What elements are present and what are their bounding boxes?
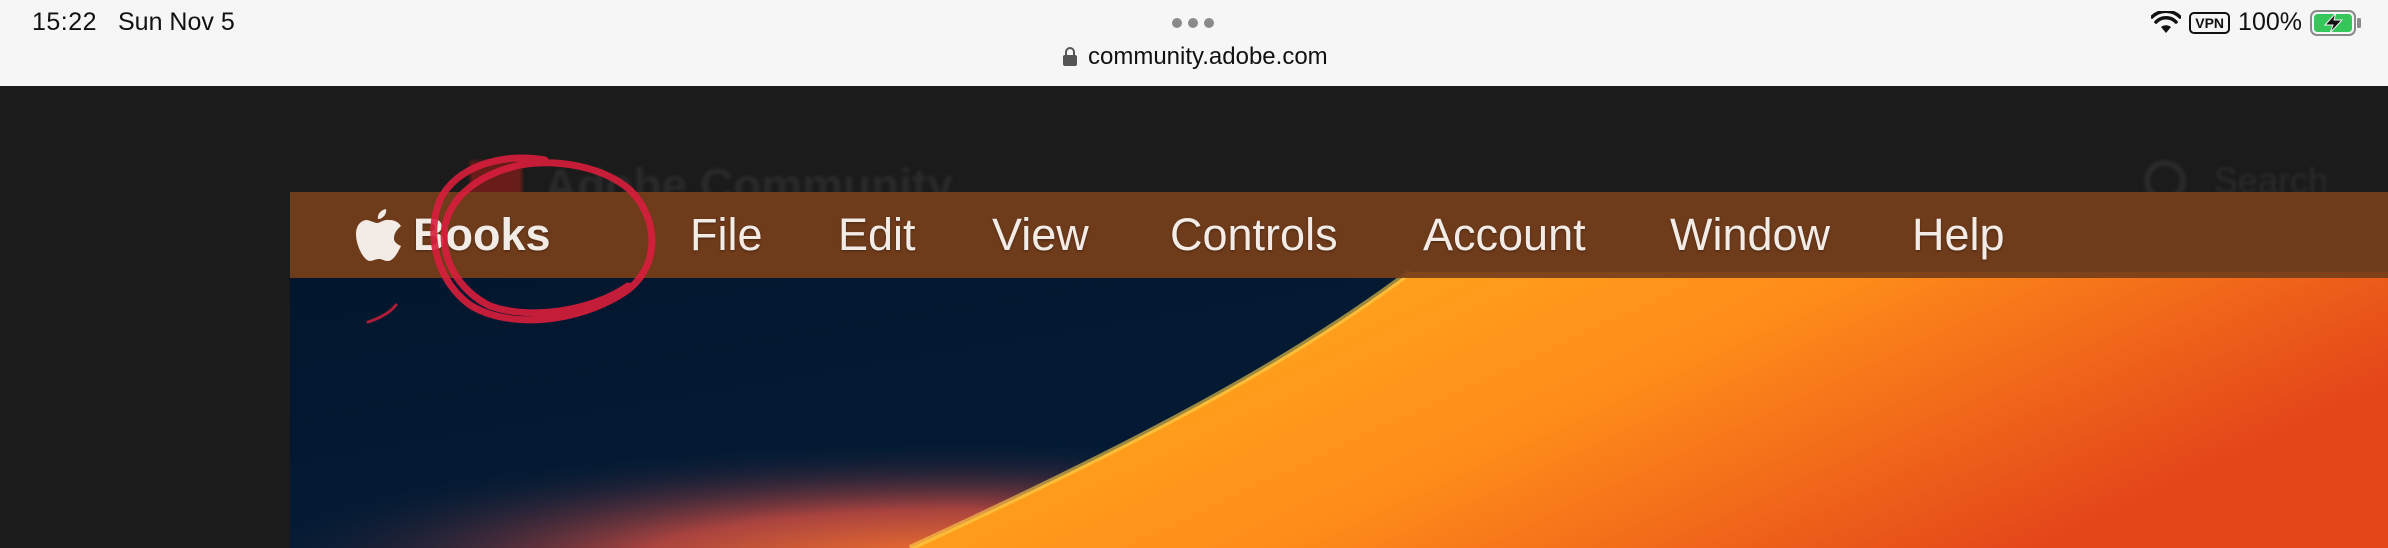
menu-controls[interactable]: Controls [1170, 192, 1338, 278]
battery-percentage: 100% [2238, 8, 2302, 36]
wifi-icon [2151, 10, 2182, 33]
menu-books[interactable]: Books [413, 192, 551, 278]
menu-account[interactable]: Account [1423, 192, 1586, 278]
lock-icon [1063, 47, 1077, 66]
apple-logo-icon[interactable] [356, 206, 410, 266]
url-text: community.adobe.com [1088, 43, 1328, 70]
web-page: Adobe Community Search Books File Edit V… [0, 86, 2388, 548]
vpn-badge: VPN [2189, 11, 2231, 34]
menu-edit[interactable]: Edit [838, 192, 916, 278]
menu-view[interactable]: View [992, 192, 1089, 278]
status-indicators: VPN 100% [2151, 8, 2362, 37]
status-date: Sun Nov 5 [118, 8, 235, 36]
macos-menubar: Books File Edit View Controls Account Wi… [290, 192, 2388, 278]
battery-charging-icon [2310, 9, 2361, 36]
address-bar[interactable]: community.adobe.com [1062, 42, 1328, 72]
menu-window[interactable]: Window [1670, 192, 1830, 278]
menu-help[interactable]: Help [1912, 192, 2005, 278]
embedded-mac-screenshot: Books File Edit View Controls Account Wi… [290, 192, 2388, 548]
status-time: 15:22 [32, 8, 98, 36]
status-bar: 15:22 Sun Nov 5 community.adobe.com VPN … [0, 0, 2388, 86]
multitasking-dots-icon[interactable] [1172, 18, 1214, 28]
menu-file[interactable]: File [690, 192, 763, 278]
